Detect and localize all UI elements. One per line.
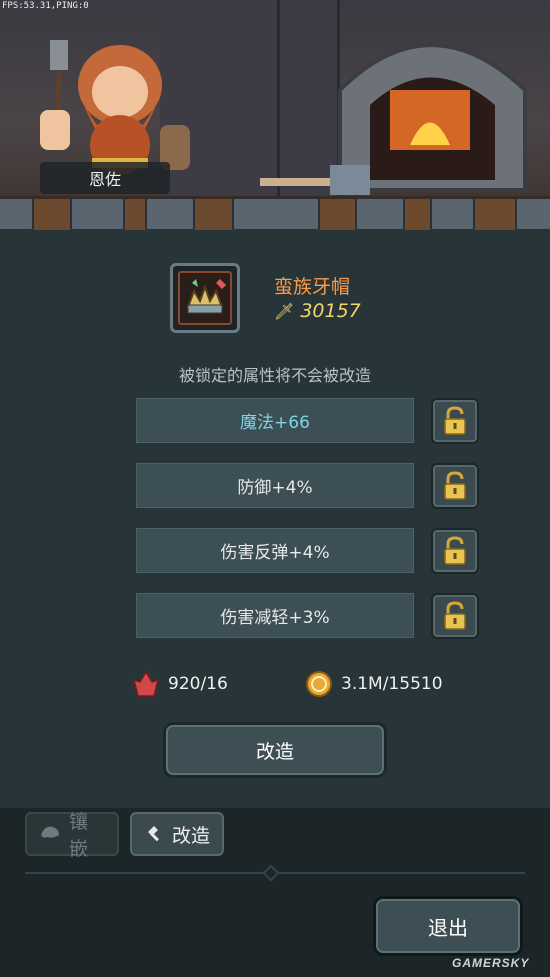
gold-amount: 3.1M/15510 — [341, 674, 443, 694]
unlocked-padlock-icon — [444, 536, 466, 565]
attribute-label: 防御+4% — [237, 478, 313, 498]
floor-tile — [145, 197, 195, 230]
tab-reforge-label: 改造 — [172, 824, 211, 847]
crystal-amount: 920/16 — [168, 674, 228, 694]
gem-icon — [39, 823, 61, 846]
reforge-button[interactable]: 改造 — [163, 722, 387, 778]
unlocked-padlock-icon — [444, 601, 466, 630]
reforge-button-label: 改造 — [255, 740, 294, 763]
tab-reforge[interactable]: 改造 — [130, 812, 224, 856]
horned-helmet-icon — [178, 271, 232, 325]
attribute-row: 伤害减轻+3% — [136, 593, 414, 638]
item-power: 🗡 30157 — [274, 300, 361, 322]
tab-inlay[interactable]: 镶嵌 — [25, 811, 119, 860]
item-name: 蛮族牙帽 — [274, 276, 351, 298]
npc-name: 恩佐 — [88, 170, 121, 189]
floor-tile — [355, 197, 405, 230]
attribute-row: 伤害反弹+4% — [136, 528, 414, 573]
floor-tile — [70, 197, 125, 230]
lock-button[interactable] — [431, 398, 479, 444]
floor-tile — [0, 197, 34, 230]
watermark: GAMERSKY — [452, 956, 530, 970]
lock-button[interactable] — [431, 593, 479, 639]
unlocked-padlock-icon — [444, 406, 466, 435]
divider-ornament — [262, 864, 280, 882]
crystal-resource: 920/16 — [132, 670, 228, 698]
attribute-row: 魔法+66 — [136, 398, 414, 443]
floor-tile — [430, 197, 475, 230]
attribute-label: 魔法+66 — [240, 413, 310, 433]
attribute-label: 伤害减轻+3% — [220, 608, 330, 628]
floor-tile — [232, 197, 320, 230]
gold-coin-icon — [305, 670, 333, 698]
forge-scene: FPS:53.31,PING:0 恩佐 — [0, 0, 550, 230]
anvil-hammer — [260, 165, 370, 195]
bottom-bar: 镶嵌 改造 退出 GAMERSKY — [0, 808, 550, 977]
item-slot[interactable] — [170, 263, 240, 333]
red-crystal-icon — [132, 670, 160, 698]
attribute-row: 防御+4% — [136, 463, 414, 508]
lock-hint-text: 被锁定的属性将不会被改造 — [178, 366, 371, 385]
unlocked-padlock-icon — [444, 471, 466, 500]
reforge-panel: 蛮族牙帽 🗡 30157 被锁定的属性将不会被改造 魔法+66 防御+4% 伤害… — [0, 230, 550, 808]
floor-tile — [515, 197, 550, 230]
npc-name-plate: 恩佐 — [40, 162, 170, 194]
exit-button-label: 退出 — [428, 915, 468, 940]
attribute-label: 伤害反弹+4% — [220, 543, 330, 563]
gold-resource: 3.1M/15510 — [305, 670, 443, 698]
tab-inlay-label: 镶嵌 — [69, 811, 89, 860]
lock-button[interactable] — [431, 463, 479, 509]
sword-power-icon: 🗡 — [274, 301, 295, 321]
exit-button[interactable]: 退出 — [373, 896, 523, 956]
lock-button[interactable] — [431, 528, 479, 574]
hammer-icon — [144, 822, 164, 847]
fps-counter: FPS:53.31,PING:0 — [2, 1, 89, 11]
item-power-value: 30157 — [300, 300, 361, 322]
